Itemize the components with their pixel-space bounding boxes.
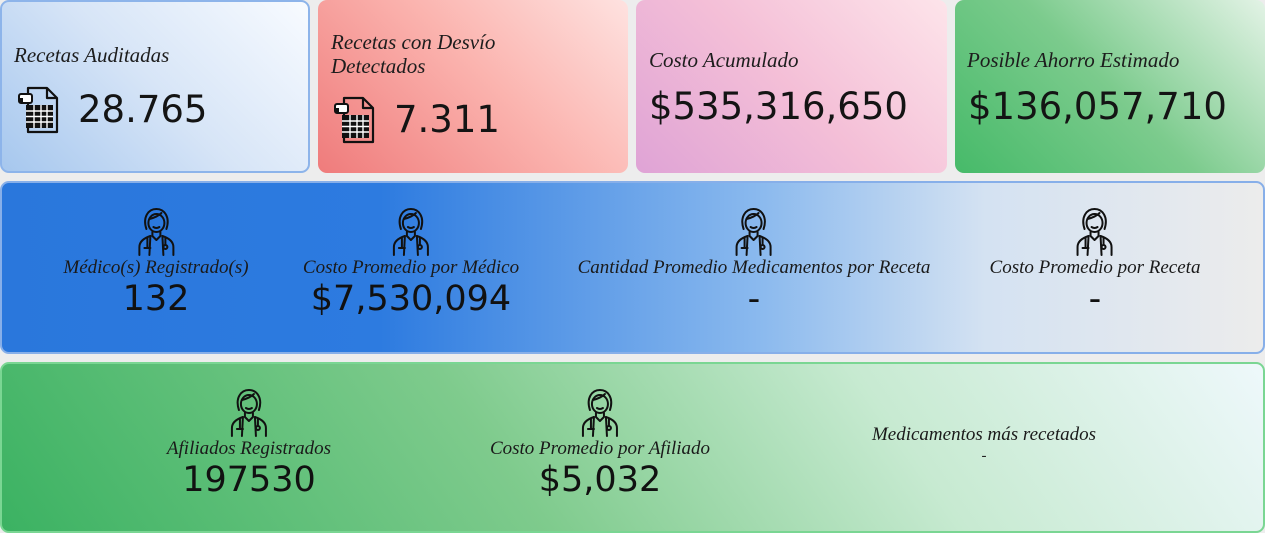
doctor-icon (136, 207, 176, 257)
spreadsheet-file-icon (332, 95, 376, 145)
doctor-icon (1075, 207, 1115, 257)
kpi-card-ahorro-estimado: Posible Ahorro Estimado $136,057,710 (955, 0, 1265, 173)
stat-label: Médico(s) Registrado(s) (63, 257, 249, 278)
kpi-title: Posible Ahorro Estimado (967, 48, 1180, 72)
afiliados-summary-panel: Afiliados Registrados 197530 Costo Prome… (0, 362, 1265, 533)
kpi-title: Recetas con Desvío Detectados (331, 30, 496, 78)
kpi-title: Costo Acumulado (649, 48, 799, 72)
stat-afiliados-registrados: Afiliados Registrados 197530 (167, 388, 331, 500)
kpi-title: Recetas Auditadas (14, 43, 170, 67)
stat-value: - (747, 279, 761, 319)
kpi-value: 28.765 (78, 88, 208, 131)
stat-value: 132 (122, 279, 190, 319)
kpi-card-recetas-auditadas: Recetas Auditadas 28.765 (0, 0, 310, 173)
stat-costo-promedio-receta: Costo Promedio por Receta - (989, 207, 1201, 319)
stat-label: Costo Promedio por Médico (302, 257, 520, 278)
stat-label: Costo Promedio por Receta (989, 257, 1201, 278)
stat-cantidad-promedio-medicamentos: Cantidad Promedio Medicamentos por Recet… (577, 207, 931, 319)
stat-value: $7,530,094 (310, 279, 512, 319)
stat-value: $5,032 (538, 460, 662, 500)
stat-label: Costo Promedio por Afiliado (489, 438, 711, 459)
kpi-value: $535,316,650 (649, 85, 908, 128)
spreadsheet-file-icon (16, 85, 60, 135)
stat-value: - (981, 448, 987, 464)
kpi-value: 7.311 (394, 98, 500, 141)
stat-medicamentos-mas-recetados: Medicamentos más recetados - (872, 424, 1096, 466)
medicos-summary-panel: Médico(s) Registrado(s) 132 Costo Promed… (0, 181, 1265, 354)
kpi-value: $136,057,710 (968, 85, 1227, 128)
kpi-card-costo-acumulado: Costo Acumulado $535,316,650 (636, 0, 947, 173)
stat-medicos-registrados: Médico(s) Registrado(s) 132 (63, 207, 249, 319)
kpi-card-recetas-desvio: Recetas con Desvío Detectados 7.311 (318, 0, 628, 173)
stat-label: Medicamentos más recetados (871, 424, 1097, 445)
doctor-icon (229, 388, 269, 438)
stat-costo-promedio-medico: Costo Promedio por Médico $7,530,094 (303, 207, 519, 319)
doctor-icon (734, 207, 774, 257)
stat-label: Afiliados Registrados (166, 438, 332, 459)
doctor-icon (391, 207, 431, 257)
stat-costo-promedio-afiliado: Costo Promedio por Afiliado $5,032 (490, 388, 710, 500)
doctor-icon (580, 388, 620, 438)
stat-value: 197530 (182, 460, 316, 500)
stat-label: Cantidad Promedio Medicamentos por Recet… (577, 257, 931, 278)
stat-value: - (1088, 279, 1102, 319)
